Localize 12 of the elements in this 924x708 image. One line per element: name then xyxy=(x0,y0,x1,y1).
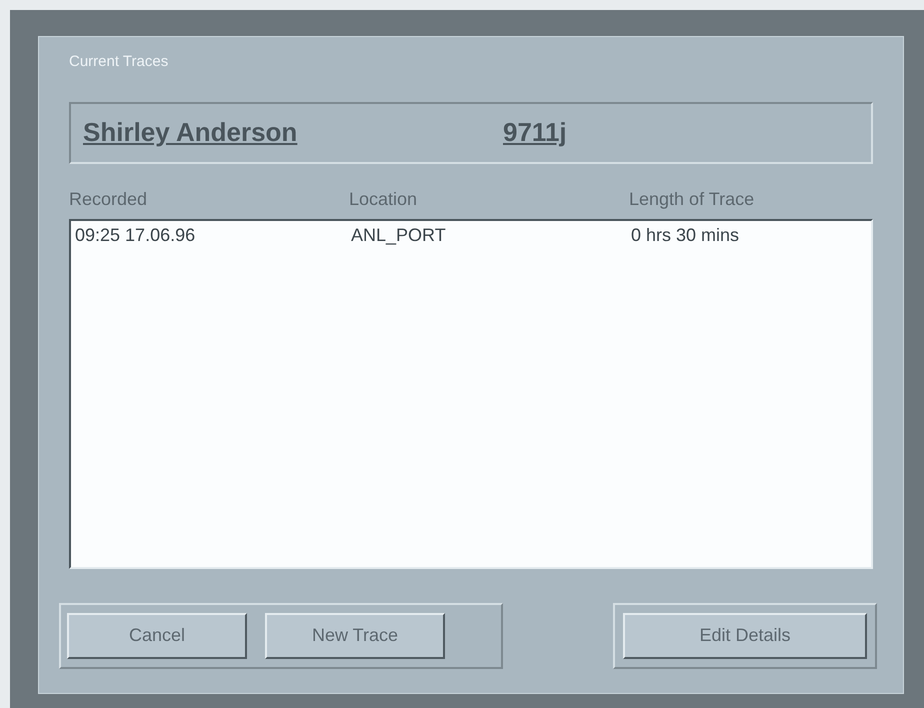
dialog-button[interactable]: Edit Details xyxy=(623,612,867,658)
table-cell: 09:25 17.06.96 xyxy=(75,224,196,244)
window-title: Current Traces xyxy=(69,52,168,72)
table-cell: ANL_PORT xyxy=(351,224,446,244)
column-header: Length of Trace xyxy=(629,188,754,208)
table-cell: 0 hrs 30 mins xyxy=(631,224,740,244)
dialog-button[interactable]: New Trace xyxy=(265,612,445,658)
patient-name: Shirley Anderson xyxy=(83,116,298,149)
column-header: Location xyxy=(349,188,418,208)
column-header: Recorded xyxy=(69,188,148,208)
dialog-button[interactable]: Cancel xyxy=(67,612,247,658)
patient-id: 9711j xyxy=(503,116,567,149)
